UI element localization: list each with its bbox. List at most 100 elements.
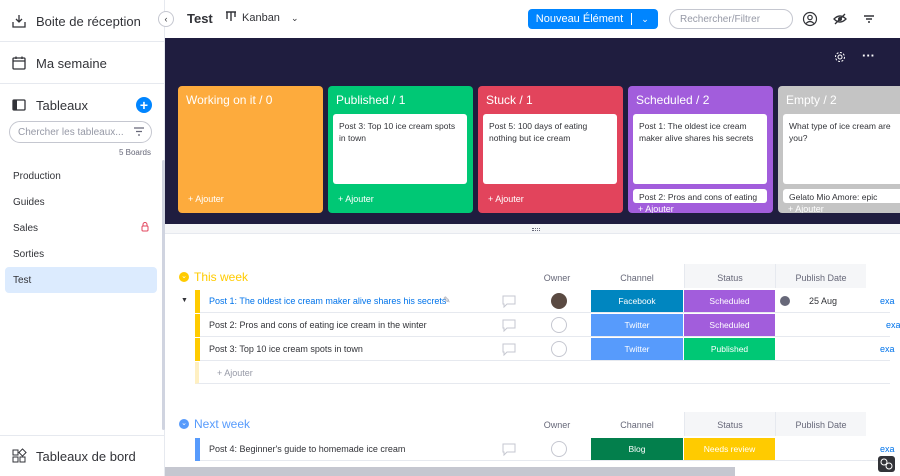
- table-row[interactable]: Post 3: Top 10 ice cream spots in town T…: [195, 338, 895, 361]
- sidebar-item-guides[interactable]: Guides: [5, 189, 157, 215]
- kanban-add-button[interactable]: + Ajouter: [188, 194, 224, 204]
- link-cell[interactable]: exa: [880, 296, 895, 306]
- kanban-add-button[interactable]: + Ajouter: [788, 204, 824, 213]
- link-cell[interactable]: exa: [880, 444, 895, 454]
- column-header-owner[interactable]: Owner: [537, 420, 577, 430]
- kanban-column-title: Empty / 2: [786, 93, 837, 107]
- new-item-label: Nouveau Élément: [528, 13, 632, 25]
- add-item-row[interactable]: + Ajouter: [195, 362, 890, 384]
- conversation-icon[interactable]: [501, 342, 517, 357]
- kanban-card[interactable]: What type of ice cream are you?: [783, 114, 900, 184]
- collapse-sidebar-button[interactable]: ‹: [158, 11, 174, 27]
- table-row[interactable]: Post 1: The oldest ice cream maker alive…: [195, 290, 895, 313]
- filter-icon[interactable]: [134, 127, 144, 139]
- inbox-icon: [10, 12, 28, 30]
- add-item-label: + Ajouter: [217, 368, 253, 378]
- sidebar-item-test[interactable]: Test: [5, 267, 157, 293]
- kanban-column-title: Stuck / 1: [486, 93, 533, 107]
- person-filter-icon[interactable]: [802, 11, 818, 27]
- status-cell[interactable]: Scheduled: [684, 290, 776, 312]
- conversation-icon[interactable]: [501, 442, 517, 457]
- more-options-icon[interactable]: ···: [862, 48, 875, 63]
- link-cell[interactable]: exa: [880, 344, 895, 354]
- status-cell[interactable]: Needs review: [684, 438, 776, 460]
- help-icon[interactable]: [878, 456, 895, 472]
- table-row[interactable]: Post 4: Beginner's guide to homemade ice…: [195, 438, 895, 461]
- column-header-status[interactable]: Status: [684, 420, 776, 430]
- conversation-icon[interactable]: [501, 318, 517, 333]
- column-header-status[interactable]: Status: [684, 273, 776, 283]
- group-color-bar: [195, 338, 200, 361]
- drag-handle-icon[interactable]: [532, 228, 540, 231]
- kanban-card[interactable]: Post 5: 100 days of eating nothing but i…: [483, 114, 617, 184]
- boards-title: Tableaux: [36, 97, 89, 113]
- channel-cell[interactable]: Blog: [591, 438, 684, 460]
- edit-pencil-icon[interactable]: ✎: [443, 295, 451, 306]
- sidebar-item-sales[interactable]: Sales: [5, 215, 157, 241]
- kanban-add-button[interactable]: + Ajouter: [638, 204, 674, 213]
- board-title[interactable]: Test: [187, 11, 213, 26]
- item-name[interactable]: Post 1: The oldest ice cream maker alive…: [209, 296, 446, 306]
- add-board-button[interactable]: +: [136, 97, 152, 113]
- chevron-down-icon[interactable]: ⌄: [179, 272, 189, 282]
- column-header-publish-date[interactable]: Publish Date: [776, 420, 866, 430]
- column-header-publish-date[interactable]: Publish Date: [776, 273, 866, 283]
- chevron-down-icon[interactable]: ⌄: [179, 419, 189, 429]
- kanban-column-scheduled[interactable]: Scheduled / 2 Post 1: The oldest ice cre…: [628, 86, 773, 213]
- table-row[interactable]: Post 2: Pros and cons of eating ice crea…: [195, 314, 900, 337]
- item-name[interactable]: Post 3: Top 10 ice cream spots in town: [209, 344, 363, 354]
- avatar[interactable]: [551, 293, 567, 309]
- kanban-column-stuck[interactable]: Stuck / 1 Post 5: 100 days of eating not…: [478, 86, 623, 213]
- status-cell[interactable]: Published: [684, 338, 776, 360]
- kanban-add-button[interactable]: + Ajouter: [488, 194, 524, 204]
- avatar-placeholder-icon[interactable]: [551, 441, 567, 457]
- group-title-this-week[interactable]: ⌄ This week: [179, 270, 248, 284]
- inbox-label: Boite de réception: [36, 13, 141, 29]
- column-header-owner[interactable]: Owner: [537, 273, 577, 283]
- kanban-card[interactable]: Post 1: The oldest ice cream maker alive…: [633, 114, 767, 184]
- sidebar: Boite de réception Ma semaine Tableaux +…: [0, 0, 165, 476]
- kanban-card[interactable]: Post 3: Top 10 ice cream spots in town: [333, 114, 467, 184]
- kanban-column-working[interactable]: Working on it / 0 + Ajouter: [178, 86, 323, 213]
- channel-cell[interactable]: Facebook: [591, 290, 684, 312]
- column-header-channel[interactable]: Channel: [591, 273, 683, 283]
- item-name[interactable]: Post 4: Beginner's guide to homemade ice…: [209, 444, 405, 454]
- status-cell[interactable]: Scheduled: [684, 314, 776, 336]
- item-name[interactable]: Post 2: Pros and cons of eating ice crea…: [209, 320, 427, 330]
- view-label: Kanban: [242, 12, 280, 24]
- search-filter-input[interactable]: Rechercher/Filtrer: [669, 9, 793, 29]
- kanban-add-button[interactable]: + Ajouter: [338, 194, 374, 204]
- view-selector[interactable]: Kanban ⌄: [225, 11, 298, 25]
- channel-cell[interactable]: Twitter: [591, 314, 684, 336]
- sort-filter-icon[interactable]: [861, 11, 877, 27]
- sidebar-my-week[interactable]: Ma semaine: [0, 52, 165, 74]
- settings-icon[interactable]: [834, 50, 846, 68]
- conversation-icon[interactable]: [501, 294, 517, 309]
- new-item-button[interactable]: Nouveau Élément ⌄: [528, 9, 658, 29]
- publish-date[interactable]: 25 Aug: [809, 296, 837, 306]
- date-indicator-icon: [780, 296, 790, 306]
- row-expand-icon[interactable]: ▼: [181, 297, 188, 304]
- sidebar-inbox[interactable]: Boite de réception: [0, 10, 165, 32]
- kanban-card[interactable]: Gelato Mio Amore: epic journey: [783, 189, 900, 203]
- link-cell[interactable]: exa: [886, 320, 900, 330]
- group-title-label: This week: [194, 270, 249, 284]
- avatar-placeholder-icon[interactable]: [551, 341, 567, 357]
- new-item-dropdown-icon[interactable]: ⌄: [632, 14, 658, 25]
- chevron-down-icon: ⌄: [290, 12, 299, 23]
- hide-icon[interactable]: [832, 11, 848, 27]
- group-color-bar: [195, 290, 200, 313]
- sidebar-item-sorties[interactable]: Sorties: [5, 241, 157, 267]
- sidebar-item-production[interactable]: Production: [5, 163, 157, 189]
- kanban-card[interactable]: Post 2: Pros and cons of eating: [633, 189, 767, 203]
- column-header-channel[interactable]: Channel: [591, 420, 683, 430]
- kanban-column-published[interactable]: Published / 1 Post 3: Top 10 ice cream s…: [328, 86, 473, 213]
- kanban-column-empty[interactable]: Empty / 2 What type of ice cream are you…: [778, 86, 900, 213]
- avatar-placeholder-icon[interactable]: [551, 317, 567, 333]
- horizontal-scrollbar[interactable]: [165, 467, 735, 476]
- group-title-next-week[interactable]: ⌄ Next week: [179, 417, 250, 431]
- sidebar-dashboards[interactable]: Tableaux de bord: [0, 445, 165, 467]
- channel-cell[interactable]: Twitter: [591, 338, 684, 360]
- boards-search-input[interactable]: Chercher les tableaux...: [9, 121, 152, 143]
- calendar-icon: [10, 54, 28, 72]
